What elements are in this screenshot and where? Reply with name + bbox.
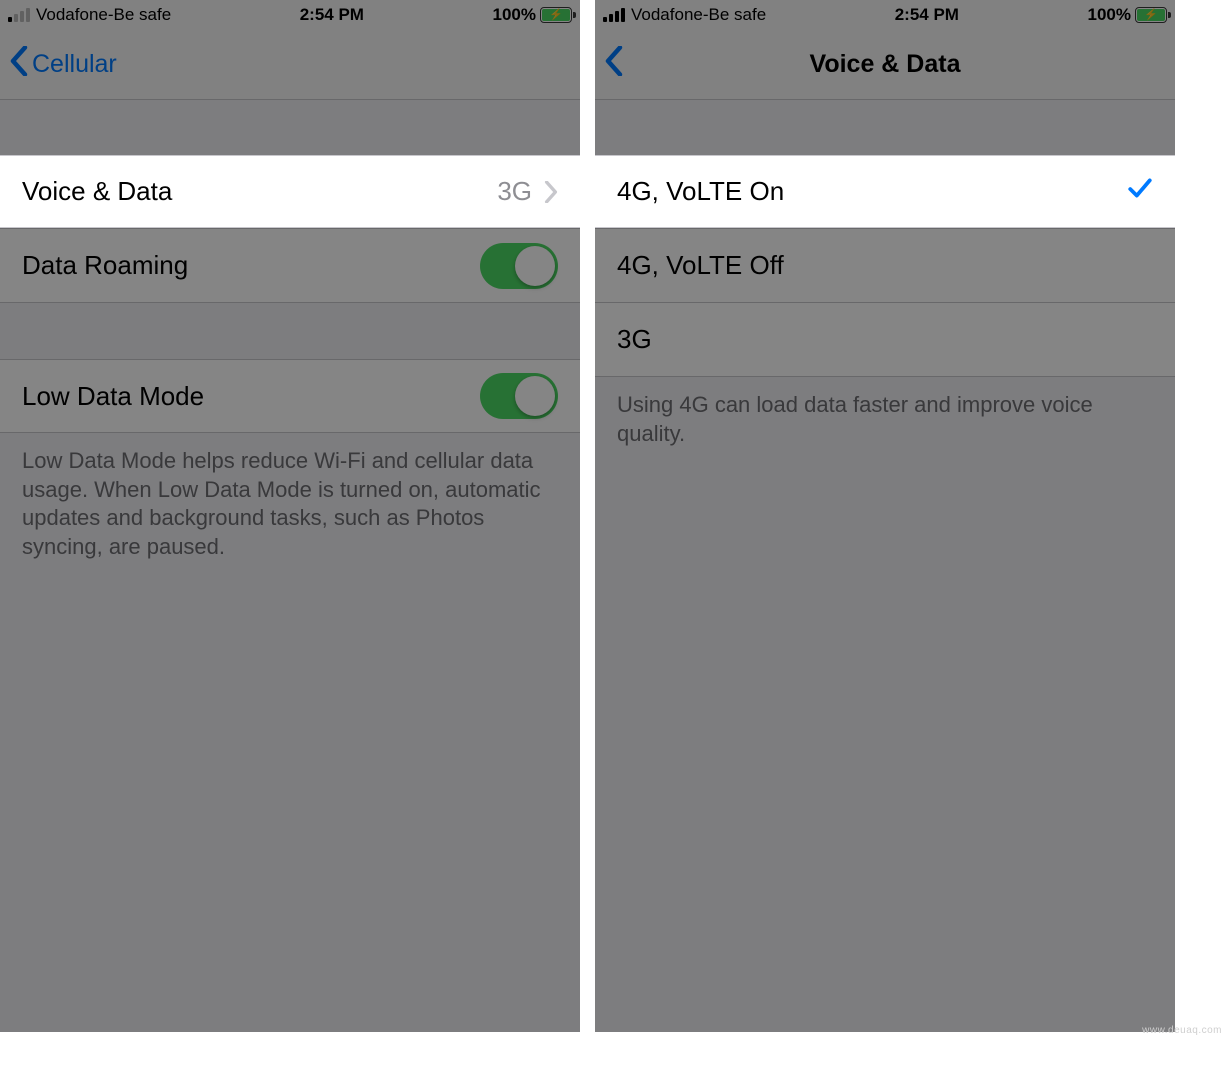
battery-percent: 100% xyxy=(1088,5,1131,25)
group-spacer xyxy=(0,100,580,155)
fill xyxy=(595,448,1175,1032)
status-right: 100% ⚡ xyxy=(1088,5,1167,25)
data-roaming-cell[interactable]: Data Roaming xyxy=(0,229,580,303)
status-time: 2:54 PM xyxy=(171,5,492,25)
voice-and-data-value: 3G xyxy=(497,176,532,207)
charging-bolt-icon: ⚡ xyxy=(549,10,563,21)
phone-right: Vodafone-Be safe 2:54 PM 100% ⚡ Voice & … xyxy=(595,0,1175,1032)
charging-bolt-icon: ⚡ xyxy=(1144,10,1158,21)
group-spacer xyxy=(0,303,580,359)
chevron-right-icon xyxy=(544,181,558,203)
back-label: Cellular xyxy=(32,50,117,79)
low-data-mode-footer: Low Data Mode helps reduce Wi-Fi and cel… xyxy=(0,433,580,561)
fill xyxy=(0,561,580,1032)
group-spacer xyxy=(595,100,1175,155)
back-button[interactable]: Cellular xyxy=(10,46,117,83)
voice-data-footer: Using 4G can load data faster and improv… xyxy=(595,377,1175,448)
nav-bar: Cellular xyxy=(0,30,580,100)
option-volte-on-label: 4G, VoLTE On xyxy=(617,176,1127,207)
nav-title: Voice & Data xyxy=(595,50,1175,79)
bottom-fill xyxy=(0,1032,1228,1078)
low-data-mode-cell[interactable]: Low Data Mode xyxy=(0,359,580,433)
option-volte-on[interactable]: 4G, VoLTE On xyxy=(595,155,1175,228)
status-bar: Vodafone-Be safe 2:54 PM 100% ⚡ xyxy=(595,0,1175,30)
data-roaming-toggle[interactable] xyxy=(480,243,558,289)
status-left: Vodafone-Be safe xyxy=(8,5,171,25)
option-3g-label: 3G xyxy=(617,324,1153,355)
low-data-mode-label: Low Data Mode xyxy=(22,381,480,412)
status-right: 100% ⚡ xyxy=(493,5,572,25)
phone-gap xyxy=(580,0,595,1032)
phone-left: Vodafone-Be safe 2:54 PM 100% ⚡ Cellular… xyxy=(0,0,580,1032)
status-left: Vodafone-Be safe xyxy=(603,5,766,25)
option-volte-off[interactable]: 4G, VoLTE Off xyxy=(595,229,1175,303)
chevron-left-icon xyxy=(10,46,28,83)
battery-icon: ⚡ xyxy=(1135,7,1167,23)
carrier-name: Vodafone-Be safe xyxy=(36,5,171,25)
option-3g[interactable]: 3G xyxy=(595,303,1175,377)
option-volte-off-label: 4G, VoLTE Off xyxy=(617,250,1153,281)
voice-and-data-cell[interactable]: Voice & Data 3G xyxy=(0,155,580,228)
low-data-mode-toggle[interactable] xyxy=(480,373,558,419)
status-time: 2:54 PM xyxy=(766,5,1087,25)
data-roaming-label: Data Roaming xyxy=(22,250,480,281)
status-bar: Vodafone-Be safe 2:54 PM 100% ⚡ xyxy=(0,0,580,30)
carrier-name: Vodafone-Be safe xyxy=(631,5,766,25)
voice-and-data-label: Voice & Data xyxy=(22,176,497,207)
nav-bar: Voice & Data xyxy=(595,30,1175,100)
battery-icon: ⚡ xyxy=(540,7,572,23)
checkmark-icon xyxy=(1127,175,1153,208)
signal-icon xyxy=(8,8,30,22)
battery-percent: 100% xyxy=(493,5,536,25)
signal-icon xyxy=(603,8,625,22)
watermark: www.deuaq.com xyxy=(1142,1025,1222,1036)
